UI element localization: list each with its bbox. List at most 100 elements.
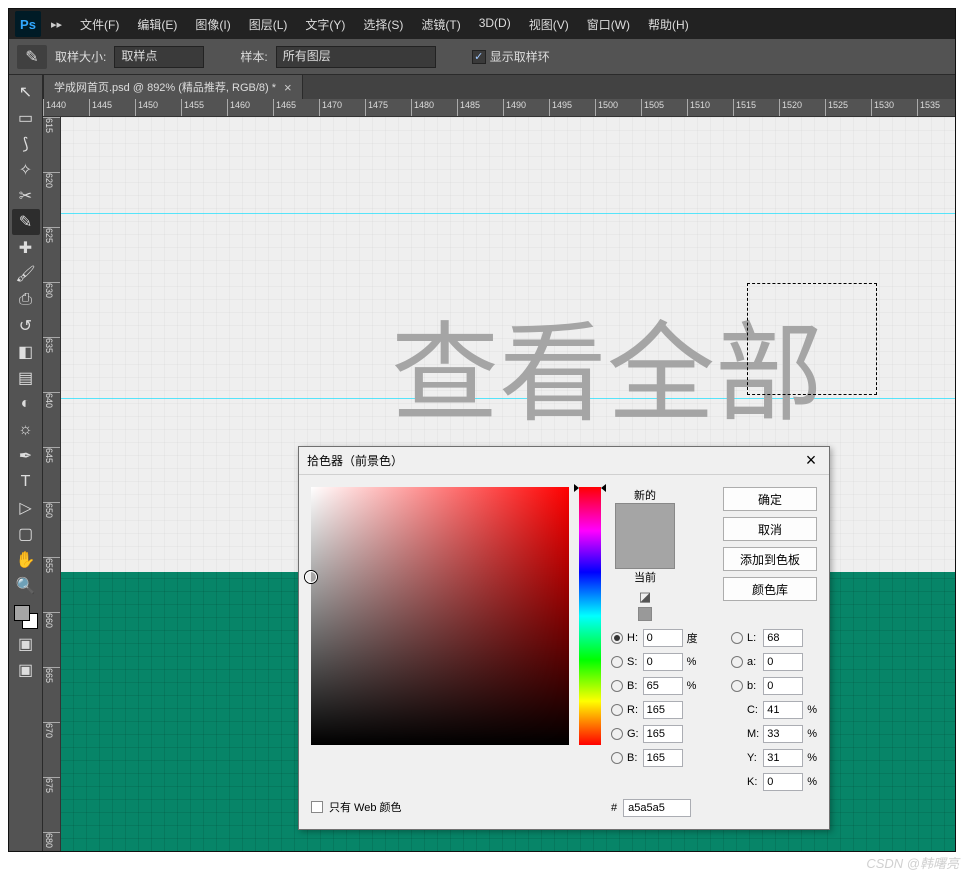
label-bv: B: bbox=[627, 680, 639, 692]
menu-item[interactable]: 编辑(E) bbox=[129, 12, 185, 37]
guide-line-1[interactable] bbox=[61, 213, 955, 214]
pen-tool[interactable]: ✒ bbox=[12, 443, 40, 469]
rectangle-tool[interactable]: ▢ bbox=[12, 521, 40, 547]
crop-tool[interactable]: ✂ bbox=[12, 183, 40, 209]
radio-b[interactable] bbox=[611, 752, 623, 764]
input-bv[interactable] bbox=[643, 677, 683, 695]
sample-select[interactable]: 所有图层 bbox=[276, 46, 436, 68]
radio-l[interactable] bbox=[731, 632, 743, 644]
fg-swatch[interactable] bbox=[14, 605, 30, 621]
marquee-tool[interactable]: ▭ bbox=[12, 105, 40, 131]
color-libraries-button[interactable]: 颜色库 bbox=[723, 577, 817, 601]
app-logo: Ps bbox=[15, 11, 41, 37]
path-select-tool[interactable]: ▷ bbox=[12, 495, 40, 521]
label-m: M: bbox=[747, 728, 759, 740]
eyedropper-tool[interactable]: ✎ bbox=[12, 209, 40, 235]
menu-item[interactable]: 视图(V) bbox=[521, 12, 577, 37]
ruler-vertical[interactable]: 6156206256306356406456506556606656706756… bbox=[43, 117, 61, 851]
show-ring-checkbox[interactable]: ✓ 显示取样环 bbox=[472, 48, 550, 65]
input-y[interactable] bbox=[763, 749, 803, 767]
label-c: C: bbox=[747, 704, 759, 716]
close-icon[interactable]: × bbox=[284, 80, 292, 95]
menu-item[interactable]: 文字(Y) bbox=[297, 12, 353, 37]
label-k: K: bbox=[747, 776, 759, 788]
current-tool-icon[interactable]: ✎ bbox=[17, 45, 47, 69]
history-brush-tool[interactable]: ↺ bbox=[12, 313, 40, 339]
input-s[interactable] bbox=[643, 653, 683, 671]
input-r[interactable] bbox=[643, 701, 683, 719]
brush-tool[interactable]: 🖌 bbox=[12, 261, 40, 287]
radio-s[interactable] bbox=[611, 656, 623, 668]
label-s: S: bbox=[627, 656, 639, 668]
menu-item[interactable]: 文件(F) bbox=[72, 12, 127, 37]
hue-thumb[interactable] bbox=[574, 484, 606, 490]
edit-mode-icon[interactable]: ▣ bbox=[12, 631, 40, 657]
ruler-horizontal[interactable]: 1440144514501455146014651470147514801485… bbox=[43, 99, 955, 117]
dodge-tool[interactable]: ☼ bbox=[12, 417, 40, 443]
radio-lab-b[interactable] bbox=[731, 680, 743, 692]
sample-label: 样本: bbox=[240, 48, 267, 65]
websafe-swatch[interactable] bbox=[638, 607, 652, 621]
cancel-button[interactable]: 取消 bbox=[723, 517, 817, 541]
ruler-tick: 1505 bbox=[641, 99, 664, 116]
hand-tool[interactable]: ✋ bbox=[12, 547, 40, 573]
menu-item[interactable]: 窗口(W) bbox=[579, 12, 638, 37]
input-lab-b[interactable] bbox=[763, 677, 803, 695]
input-a[interactable] bbox=[763, 653, 803, 671]
eraser-tool[interactable]: ◧ bbox=[12, 339, 40, 365]
web-only-checkbox[interactable]: 只有 Web 颜色 bbox=[311, 799, 402, 815]
radio-r[interactable] bbox=[611, 704, 623, 716]
clone-stamp-tool[interactable]: ⎙ bbox=[12, 287, 40, 313]
menu-item[interactable]: 图层(L) bbox=[241, 12, 296, 37]
lasso-tool[interactable]: ⟆ bbox=[12, 131, 40, 157]
hex-input[interactable] bbox=[623, 799, 691, 817]
ruler-tick: 675 bbox=[43, 777, 60, 793]
radio-a[interactable] bbox=[731, 656, 743, 668]
input-b[interactable] bbox=[643, 749, 683, 767]
gamut-warning-icon[interactable]: ◪ bbox=[639, 589, 651, 605]
screen-mode-icon[interactable]: ▣ bbox=[12, 657, 40, 683]
menu-item[interactable]: 3D(D) bbox=[471, 12, 519, 37]
radio-bv[interactable] bbox=[611, 680, 623, 692]
move-tool[interactable]: ↖ bbox=[12, 79, 40, 105]
input-g[interactable] bbox=[643, 725, 683, 743]
dialog-titlebar[interactable]: 拾色器（前景色） × bbox=[299, 447, 829, 475]
ruler-tick: 670 bbox=[43, 722, 60, 738]
add-to-swatches-button[interactable]: 添加到色板 bbox=[723, 547, 817, 571]
saturation-value-field[interactable] bbox=[311, 487, 569, 745]
radio-h[interactable] bbox=[611, 632, 623, 644]
menu-item[interactable]: 图像(I) bbox=[187, 12, 238, 37]
magic-wand-tool[interactable]: ✧ bbox=[12, 157, 40, 183]
ok-button[interactable]: 确定 bbox=[723, 487, 817, 511]
input-k[interactable] bbox=[763, 773, 803, 791]
blur-tool[interactable]: ◐ bbox=[12, 391, 40, 417]
hue-slider[interactable] bbox=[579, 487, 601, 745]
titlebar: Ps ▸▸ 文件(F)编辑(E)图像(I)图层(L)文字(Y)选择(S)滤镜(T… bbox=[9, 9, 955, 39]
zoom-tool[interactable]: 🔍 bbox=[12, 573, 40, 599]
menu-item[interactable]: 帮助(H) bbox=[640, 12, 697, 37]
document-tab-title: 学成网首页.psd @ 892% (精品推荐, RGB/8) * bbox=[54, 79, 276, 95]
menu-item[interactable]: 滤镜(T) bbox=[413, 12, 468, 37]
sample-size-select[interactable]: 取样点 bbox=[114, 46, 204, 68]
toolbar: ↖▭⟆✧✂✎✚🖌⎙↺◧▤◐☼✒T▷▢✋🔍 ▣▣ bbox=[9, 75, 43, 851]
close-icon[interactable]: × bbox=[801, 451, 821, 471]
type-tool[interactable]: T bbox=[12, 469, 40, 495]
input-c[interactable] bbox=[763, 701, 803, 719]
healing-brush-tool[interactable]: ✚ bbox=[12, 235, 40, 261]
ruler-tick: 650 bbox=[43, 502, 60, 518]
gradient-tool[interactable]: ▤ bbox=[12, 365, 40, 391]
ruler-tick: 665 bbox=[43, 667, 60, 683]
document-tab[interactable]: 学成网首页.psd @ 892% (精品推荐, RGB/8) * × bbox=[43, 75, 303, 99]
panel-toggle-icon[interactable]: ▸▸ bbox=[51, 18, 62, 31]
hsb-rgb-fields: H:度 S:% B:% R: G: B: bbox=[611, 629, 698, 767]
input-m[interactable] bbox=[763, 725, 803, 743]
dialog-body: 新的 当前 ◪ 确定 取消 添加到色板 颜色库 H:度 S:% B:% R: G… bbox=[299, 475, 829, 829]
color-swatches[interactable] bbox=[12, 603, 40, 631]
radio-g[interactable] bbox=[611, 728, 623, 740]
menu-item[interactable]: 选择(S) bbox=[355, 12, 411, 37]
ruler-tick: 1485 bbox=[457, 99, 480, 116]
ruler-tick: 1455 bbox=[181, 99, 204, 116]
input-l[interactable] bbox=[763, 629, 803, 647]
ruler-tick: 615 bbox=[43, 117, 60, 133]
input-h[interactable] bbox=[643, 629, 683, 647]
